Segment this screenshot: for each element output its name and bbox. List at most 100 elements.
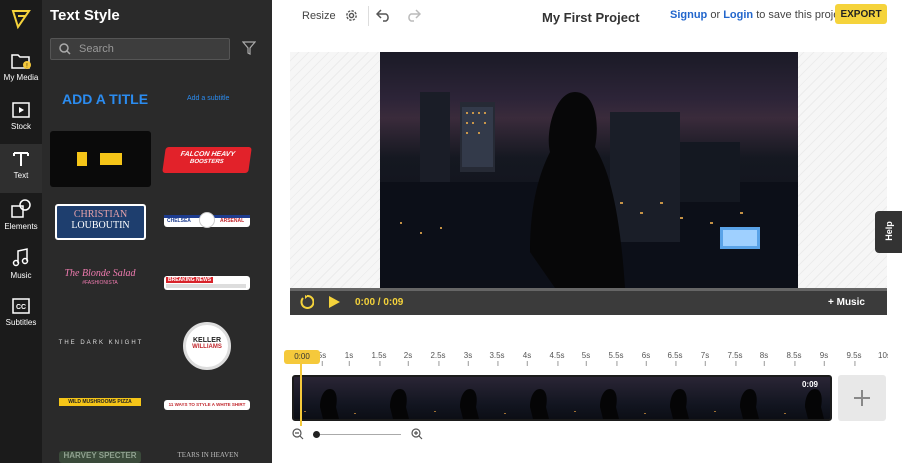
template-text: The Blonde Salad (64, 268, 136, 279)
timeline-ruler[interactable]: 5s 1s 1.5s 2s 2.5s 3s 3.5s 4s 4.5s 5s 5.… (290, 351, 890, 366)
editor-app: ! My Media Stock Text Elements Music CC … (0, 0, 902, 463)
undo-icon[interactable] (376, 8, 392, 22)
zoom-in-icon[interactable] (411, 428, 423, 440)
playhead-time[interactable]: 0:00 (284, 350, 320, 364)
template-tile-dark-knight[interactable]: THE DARK KNIGHT (57, 340, 145, 352)
ruler-tick: 8.5s (786, 351, 802, 366)
login-link[interactable]: Login (723, 9, 753, 21)
template-tile-yellow-bars[interactable] (50, 131, 151, 187)
video-clip-track[interactable]: 0:09 (292, 375, 832, 421)
rail-label-elements: Elements (4, 222, 38, 231)
template-text: #FASHIONISTA (82, 280, 118, 286)
template-text: KELLER (193, 337, 221, 344)
ruler-tick: 6s (641, 351, 651, 366)
search-icon (59, 43, 71, 55)
template-tile-blonde-salad[interactable]: The Blonde Salad #FASHIONISTA (60, 268, 140, 294)
time-display: 0:00 / 0:09 (355, 297, 404, 308)
template-tile-harvey-specter[interactable]: HARVEY SPECTER (59, 451, 141, 463)
template-tile-tears-in-heaven[interactable]: TEARS IN HEAVEN (167, 451, 249, 463)
help-label: Help (883, 221, 894, 241)
ruler-tick: 7.5s (727, 351, 743, 366)
rail-label-music: Music (10, 271, 32, 280)
zoom-out-icon[interactable] (292, 428, 304, 440)
ruler-tick: 9.5s (846, 351, 862, 366)
ruler-tick: 3.5s (489, 351, 505, 366)
signup-link[interactable]: Signup (670, 9, 707, 21)
template-text: ARSENAL (220, 218, 245, 224)
template-text: LOUBOUTIN (71, 220, 130, 231)
ruler-tick: 1s (344, 351, 354, 366)
ruler-tick: 10s (878, 351, 888, 360)
template-text: TEARS IN HEAVEN (177, 451, 239, 459)
ruler-tick: 3s (463, 351, 473, 366)
cc-icon: CC (12, 298, 30, 314)
help-tab[interactable]: Help (875, 211, 902, 253)
plus-icon (854, 390, 870, 406)
rail-item-music[interactable]: Music (0, 242, 42, 291)
folder-icon: ! (11, 54, 31, 70)
ruler-tick: 9s (819, 351, 829, 366)
play-icon[interactable] (327, 295, 341, 309)
progress-track[interactable] (290, 288, 887, 291)
resize-button[interactable]: Resize (302, 10, 336, 22)
video-preview[interactable] (380, 52, 798, 288)
rail-label-text: Text (13, 171, 29, 180)
template-tile-christian-louboutin[interactable]: CHRISTIAN LOUBOUTIN (55, 204, 146, 240)
template-tile-white-shirt[interactable]: 11 WAYS TO STYLE A WHITE SHIRT (164, 400, 250, 410)
rail-label-stock: Stock (10, 122, 31, 131)
top-bar: Resize My First Project Signup or Login … (272, 0, 902, 33)
rail-item-elements[interactable]: Elements (0, 193, 42, 242)
template-text: CHRISTIAN (73, 209, 128, 220)
search-input[interactable] (79, 43, 219, 55)
music-note-icon (12, 248, 29, 267)
text-icon (13, 152, 29, 166)
redo-icon[interactable] (405, 8, 421, 22)
template-tile-falcon-heavy[interactable]: FALCON HEAVY BOOSTERS (162, 147, 252, 173)
canvas-stage (290, 52, 887, 288)
replay-icon[interactable] (300, 295, 314, 309)
add-clip-button[interactable] (838, 375, 886, 421)
playhead-line[interactable] (300, 364, 302, 426)
template-tile-keller-williams[interactable]: KELLER WILLIAMS (183, 322, 231, 370)
filter-icon[interactable] (242, 41, 256, 55)
rail-item-subtitles[interactable]: CC Subtitles (0, 291, 42, 340)
template-text: THE DARK KNIGHT (58, 340, 144, 346)
template-text: FALCON HEAVY (180, 151, 236, 158)
template-text: HARVEY SPECTER (63, 451, 137, 460)
search-box[interactable] (50, 38, 230, 60)
rail-item-stock[interactable]: Stock (0, 95, 42, 144)
video-frame-art (380, 92, 798, 288)
add-subtitle-button[interactable]: Add a subtitle (187, 95, 229, 102)
project-title[interactable]: My First Project (542, 10, 640, 25)
template-tile-breaking-news[interactable]: BREAKING NEWS (164, 276, 250, 290)
logo-icon (11, 10, 31, 30)
svg-text:CC: CC (16, 304, 26, 311)
signup-message: Signup or Login to save this project (670, 9, 848, 21)
ruler-tick: 5s (581, 351, 591, 366)
template-tile-mushroom-pizza[interactable]: WILD MUSHROOMS PIZZA (59, 398, 141, 414)
template-text: BREAKING NEWS (166, 277, 214, 283)
toolbar-divider (368, 6, 369, 26)
rail-label-my-media: My Media (3, 73, 39, 82)
ruler-tick: 4s (522, 351, 532, 366)
ruler-tick: 2s (403, 351, 413, 366)
zoom-slider-track[interactable] (313, 434, 401, 435)
rail-item-text[interactable]: Text (0, 144, 42, 193)
ruler-tick: 2.5s (430, 351, 446, 366)
export-button[interactable]: EXPORT (835, 4, 887, 24)
zoom-slider-handle[interactable] (313, 431, 320, 438)
ruler-tick: 5.5s (608, 351, 624, 366)
ruler-tick: 4.5s (549, 351, 565, 366)
template-text: BOOSTERS (189, 159, 224, 165)
add-music-button[interactable]: + Music (828, 297, 865, 308)
rail-item-my-media[interactable]: ! My Media (0, 46, 42, 95)
template-text: WILD MUSHROOMS PIZZA (59, 398, 141, 406)
text-style-panel: Text Style ADD A TITLE Add a subtitle FA… (42, 0, 272, 463)
ruler-tick: 7s (700, 351, 710, 366)
add-title-button[interactable]: ADD A TITLE (62, 91, 148, 107)
or-text: or (710, 9, 721, 21)
clip-thumbnails-art (304, 389, 824, 419)
template-tile-chelsea-arsenal[interactable]: CHELSEA ARSENAL (164, 212, 250, 228)
gear-icon[interactable] (344, 8, 359, 23)
rail-label-subtitles: Subtitles (5, 318, 37, 327)
